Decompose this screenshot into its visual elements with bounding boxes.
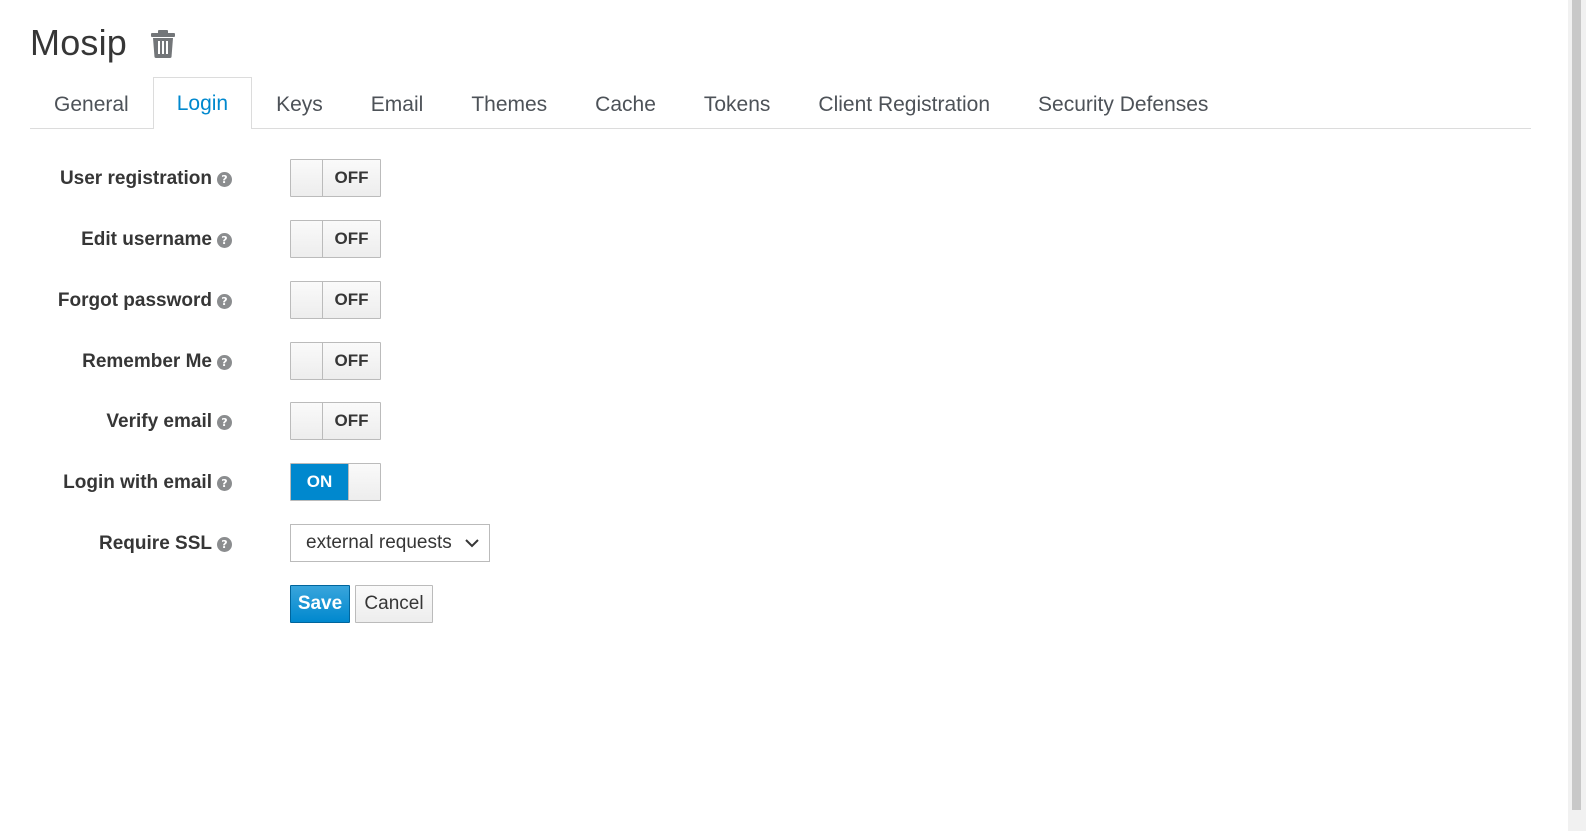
toggle-knob bbox=[291, 343, 323, 379]
setting-row-require-ssl: Require SSL ? external requests bbox=[0, 524, 800, 564]
setting-label-wrap: Login with email ? bbox=[0, 463, 232, 503]
save-button[interactable]: Save bbox=[290, 585, 350, 623]
realm-settings-page: Mosip General Login Keys Email Themes Ca… bbox=[0, 0, 1586, 831]
scrollbar-thumb[interactable] bbox=[1572, 0, 1581, 810]
setting-label: Login with email bbox=[63, 472, 212, 493]
setting-row-remember-me: Remember Me ? OFF bbox=[0, 342, 800, 382]
setting-row-forgot-password: Forgot password ? OFF bbox=[0, 281, 800, 321]
tab-client-registration[interactable]: Client Registration bbox=[794, 79, 1014, 129]
login-with-email-toggle[interactable]: ON bbox=[290, 463, 381, 501]
help-icon[interactable]: ? bbox=[217, 232, 232, 248]
settings-tabs: General Login Keys Email Themes Cache To… bbox=[30, 77, 1531, 129]
setting-label-wrap: Edit username ? bbox=[0, 220, 232, 260]
tab-login[interactable]: Login bbox=[152, 77, 253, 129]
help-icon[interactable]: ? bbox=[217, 354, 232, 370]
setting-label: Edit username bbox=[81, 229, 212, 250]
toggle-state: OFF bbox=[323, 160, 380, 196]
tab-general[interactable]: General bbox=[30, 79, 153, 129]
setting-label: Remember Me bbox=[82, 351, 212, 372]
help-icon[interactable]: ? bbox=[217, 475, 232, 491]
toggle-knob bbox=[291, 403, 323, 439]
toggle-state: OFF bbox=[323, 403, 380, 439]
setting-label-wrap: Verify email ? bbox=[0, 402, 232, 442]
forgot-password-toggle[interactable]: OFF bbox=[290, 281, 381, 319]
toggle-state: OFF bbox=[323, 282, 380, 318]
vertical-scrollbar[interactable] bbox=[1568, 0, 1586, 831]
chevron-down-icon bbox=[465, 539, 479, 548]
help-icon[interactable]: ? bbox=[217, 293, 232, 309]
toggle-knob bbox=[291, 282, 323, 318]
setting-row-verify-email: Verify email ? OFF bbox=[0, 402, 800, 442]
tab-keys[interactable]: Keys bbox=[252, 79, 347, 129]
tab-tokens[interactable]: Tokens bbox=[680, 79, 795, 129]
toggle-state: OFF bbox=[323, 343, 380, 379]
setting-label: Verify email bbox=[106, 411, 212, 432]
user-registration-toggle[interactable]: OFF bbox=[290, 159, 381, 197]
require-ssl-value: external requests bbox=[306, 532, 452, 553]
help-icon[interactable]: ? bbox=[217, 171, 232, 187]
setting-label: User registration bbox=[59, 168, 212, 189]
setting-label: Forgot password bbox=[57, 290, 212, 311]
page-title: Mosip bbox=[30, 22, 128, 63]
verify-email-toggle[interactable]: OFF bbox=[290, 402, 381, 440]
toggle-state: ON bbox=[291, 464, 348, 500]
trash-icon[interactable] bbox=[149, 27, 177, 59]
tab-themes[interactable]: Themes bbox=[447, 79, 571, 129]
toggle-knob bbox=[291, 160, 323, 196]
remember-me-toggle[interactable]: OFF bbox=[290, 342, 381, 380]
help-icon[interactable]: ? bbox=[217, 414, 232, 430]
edit-username-toggle[interactable]: OFF bbox=[290, 220, 381, 258]
setting-label-wrap: User registration ? bbox=[0, 159, 232, 199]
setting-row-login-with-email: Login with email ? ON bbox=[0, 463, 800, 503]
tab-email[interactable]: Email bbox=[347, 79, 448, 129]
require-ssl-select[interactable]: external requests bbox=[290, 524, 490, 562]
setting-label: Require SSL bbox=[99, 533, 212, 554]
help-icon[interactable]: ? bbox=[217, 536, 232, 552]
toggle-state: OFF bbox=[323, 221, 380, 257]
tab-cache[interactable]: Cache bbox=[571, 79, 680, 129]
form-actions: Save Cancel bbox=[0, 585, 800, 625]
setting-row-user-registration: User registration ? OFF bbox=[0, 159, 800, 199]
tab-security-defenses[interactable]: Security Defenses bbox=[1014, 79, 1232, 129]
toggle-knob bbox=[291, 221, 323, 257]
setting-label-wrap: Forgot password ? bbox=[0, 281, 232, 321]
setting-label-wrap: Remember Me ? bbox=[0, 342, 232, 382]
toggle-knob bbox=[348, 464, 380, 500]
setting-label-wrap: Require SSL ? bbox=[0, 524, 232, 564]
cancel-button[interactable]: Cancel bbox=[355, 585, 433, 623]
setting-row-edit-username: Edit username ? OFF bbox=[0, 220, 800, 260]
page-header: Mosip bbox=[30, 22, 177, 64]
